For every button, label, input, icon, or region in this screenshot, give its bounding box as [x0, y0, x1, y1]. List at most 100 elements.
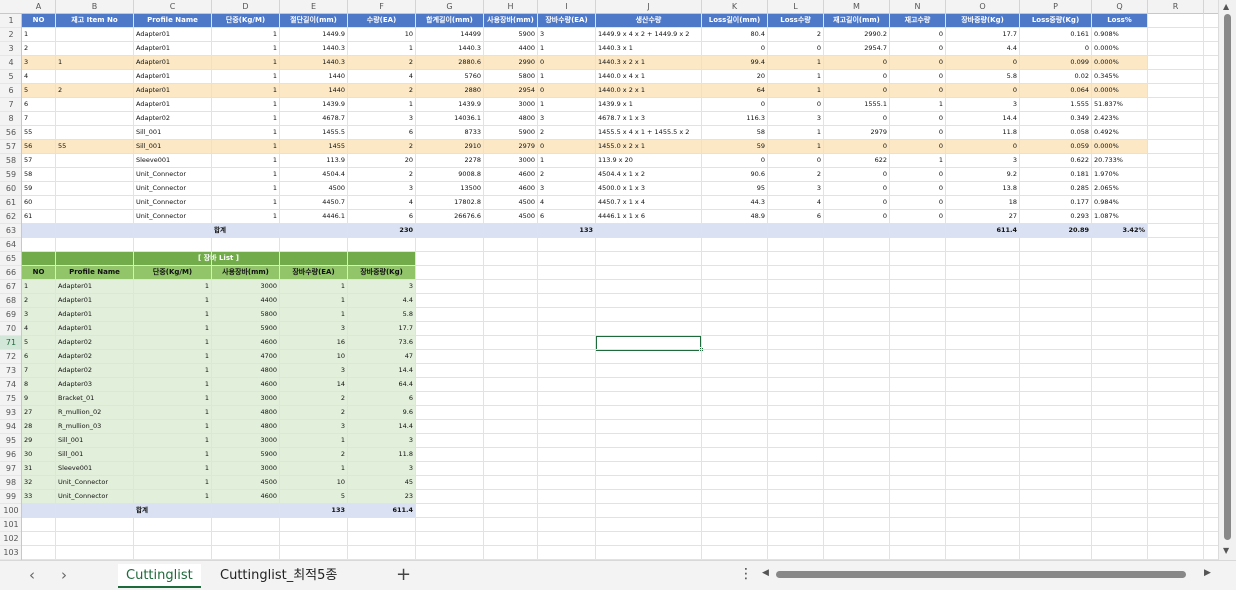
main-header-cell[interactable]: Profile Name	[134, 14, 212, 28]
list-cell[interactable]: Adapter01	[56, 322, 134, 336]
row-header-73[interactable]: 73	[0, 364, 21, 378]
main-header-cell[interactable]: 생산수량	[596, 14, 702, 28]
data-cell[interactable]: 1440.3	[280, 56, 348, 70]
row-header-95[interactable]: 95	[0, 434, 21, 448]
list-cell[interactable]: 1	[134, 308, 212, 322]
data-cell[interactable]: 2880.6	[416, 56, 484, 70]
list-cell[interactable]: 2	[280, 406, 348, 420]
list-cell[interactable]: 1	[280, 434, 348, 448]
list-cell[interactable]: 4600	[212, 336, 280, 350]
data-cell[interactable]: 1439.9	[416, 98, 484, 112]
list-cell[interactable]: Unit_Connector	[56, 490, 134, 504]
data-cell[interactable]: 1449.9 x 4 x 2 + 1449.9 x 2	[596, 28, 702, 42]
data-cell[interactable]: 2910	[416, 140, 484, 154]
next-sheet-button[interactable]: ›	[54, 566, 74, 584]
list-cell[interactable]: 6	[348, 392, 416, 406]
data-cell[interactable]: 4500.0 x 1 x 3	[596, 182, 702, 196]
column-header-h[interactable]: H	[484, 0, 538, 14]
data-cell[interactable]: 1455.5	[280, 126, 348, 140]
main-header-cell[interactable]: Loss수량	[768, 14, 824, 28]
data-cell[interactable]: 1455.5 x 4 x 1 + 1455.5 x 2	[596, 126, 702, 140]
main-header-cell[interactable]: 재고수량	[890, 14, 946, 28]
data-cell[interactable]: 1	[22, 28, 56, 42]
data-cell[interactable]: 0.492%	[1092, 126, 1148, 140]
list-cell[interactable]: 1	[134, 280, 212, 294]
data-cell[interactable]: 0.059	[1020, 140, 1092, 154]
list-cell[interactable]: 3	[22, 308, 56, 322]
tab-cuttinglist[interactable]: Cuttinglist	[118, 564, 201, 588]
list-cell[interactable]: Adapter03	[56, 378, 134, 392]
data-cell[interactable]: 4600	[484, 168, 538, 182]
data-cell[interactable]: 58	[22, 168, 56, 182]
data-cell[interactable]: 20	[348, 154, 416, 168]
row-header-101[interactable]: 101	[0, 518, 21, 532]
data-cell[interactable]: 0	[1020, 42, 1092, 56]
data-cell[interactable]: 0	[768, 42, 824, 56]
data-cell[interactable]: 4	[538, 196, 596, 210]
data-cell[interactable]: 0	[890, 126, 946, 140]
list-cell[interactable]: 30	[22, 448, 56, 462]
list-cell[interactable]: Adapter01	[56, 308, 134, 322]
data-cell[interactable]: 0.099	[1020, 56, 1092, 70]
data-cell[interactable]: 90.6	[702, 168, 768, 182]
row-header-4[interactable]: 4	[0, 56, 21, 70]
list-cell[interactable]: 1	[134, 420, 212, 434]
data-cell[interactable]: 1	[212, 196, 280, 210]
list-cell[interactable]: Sill_001	[56, 448, 134, 462]
list-cell[interactable]: 4600	[212, 490, 280, 504]
column-header-o[interactable]: O	[946, 0, 1020, 14]
row-header-1[interactable]: 1	[0, 14, 21, 28]
total-cell[interactable]: 230	[348, 224, 416, 238]
data-cell[interactable]: 3	[538, 182, 596, 196]
data-cell[interactable]: 0.02	[1020, 70, 1092, 84]
row-header-60[interactable]: 60	[0, 182, 21, 196]
data-cell[interactable]: 0.181	[1020, 168, 1092, 182]
column-header-f[interactable]: F	[348, 0, 416, 14]
list-cell[interactable]: Adapter01	[56, 294, 134, 308]
list-cell[interactable]: 28	[22, 420, 56, 434]
vertical-scrollbar[interactable]: ▲ ▼	[1218, 0, 1236, 560]
data-cell[interactable]: 0.345%	[1092, 70, 1148, 84]
row-header-102[interactable]: 102	[0, 532, 21, 546]
list-total-cell[interactable]: 611.4	[348, 504, 416, 518]
data-cell[interactable]: 2954	[484, 84, 538, 98]
list-cell[interactable]: Unit_Connector	[56, 476, 134, 490]
data-cell[interactable]: 0	[946, 140, 1020, 154]
data-cell[interactable]	[56, 182, 134, 196]
data-cell[interactable]: 13500	[416, 182, 484, 196]
data-cell[interactable]: 0	[946, 56, 1020, 70]
data-cell[interactable]: 1	[212, 84, 280, 98]
main-header-cell[interactable]: 절단길이(mm)	[280, 14, 348, 28]
list-cell[interactable]: 1	[134, 378, 212, 392]
main-header-cell[interactable]: 장바중량(Kg)	[946, 14, 1020, 28]
main-header-cell[interactable]: 합계길이(mm)	[416, 14, 484, 28]
data-cell[interactable]: 4	[768, 196, 824, 210]
list-cell[interactable]: 5	[22, 336, 56, 350]
list-cell[interactable]: 3	[348, 280, 416, 294]
data-cell[interactable]: 1	[212, 70, 280, 84]
data-cell[interactable]: 7	[22, 112, 56, 126]
scroll-right-arrow[interactable]: ▶	[1204, 568, 1211, 578]
column-header-n[interactable]: N	[890, 0, 946, 14]
scroll-up-arrow[interactable]: ▲	[1223, 2, 1229, 11]
data-cell[interactable]: 14.4	[946, 112, 1020, 126]
data-cell[interactable]: 0	[824, 112, 890, 126]
list-cell[interactable]: Sill_001	[56, 434, 134, 448]
list-cell[interactable]: 9.6	[348, 406, 416, 420]
data-cell[interactable]: 4800	[484, 112, 538, 126]
list-total-cell[interactable]	[22, 504, 56, 518]
row-header-67[interactable]: 67	[0, 280, 21, 294]
data-cell[interactable]: 6	[348, 210, 416, 224]
list-cell[interactable]: 4600	[212, 378, 280, 392]
data-cell[interactable]: Sill_001	[134, 140, 212, 154]
data-cell[interactable]: 4450.7	[280, 196, 348, 210]
row-header-74[interactable]: 74	[0, 378, 21, 392]
row-header-66[interactable]: 66	[0, 266, 21, 280]
list-cell[interactable]: R_mullion_02	[56, 406, 134, 420]
data-cell[interactable]: 1	[212, 154, 280, 168]
list-header-cell[interactable]: 단중(Kg/M)	[134, 266, 212, 280]
data-cell[interactable]: 48.9	[702, 210, 768, 224]
data-cell[interactable]: 6	[348, 126, 416, 140]
main-header-cell[interactable]: 재고길이(mm)	[824, 14, 890, 28]
data-cell[interactable]: 2.065%	[1092, 182, 1148, 196]
